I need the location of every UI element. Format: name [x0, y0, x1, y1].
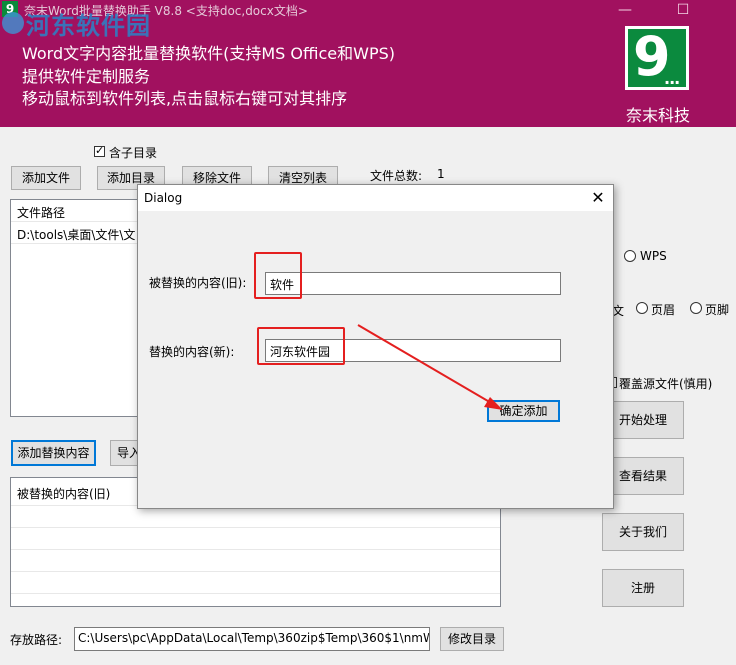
include-subdir-label: 含子目录 [109, 146, 158, 160]
pointer-arrow [357, 324, 503, 410]
file-total-value: 1 [437, 167, 445, 181]
maximize-button[interactable]: ☐ [668, 0, 698, 20]
company-name: 奈末科技 [625, 106, 690, 125]
view-results-button[interactable]: 查看结果 [602, 457, 684, 495]
wps-radio[interactable] [624, 250, 636, 262]
footer-radio[interactable] [690, 302, 702, 314]
add-file-button[interactable]: 添加文件 [11, 166, 81, 190]
header-radio[interactable] [636, 302, 648, 314]
include-subdir-checkbox[interactable] [94, 144, 105, 157]
logo-dots: ... [664, 69, 680, 88]
arrow-head [484, 397, 503, 410]
list-item[interactable] [11, 506, 500, 528]
file-total-label: 文件总数: [370, 169, 423, 183]
register-button[interactable]: 注册 [602, 569, 684, 607]
overwrite-label: 覆盖源文件(慎用) [619, 377, 713, 391]
list-item[interactable] [11, 550, 500, 572]
banner-line-3: 移动鼠标到软件列表,点击鼠标右键可对其排序 [22, 89, 348, 108]
list-item[interactable] [11, 528, 500, 550]
arrow-line [357, 324, 494, 405]
list-item[interactable] [11, 572, 500, 594]
about-us-button[interactable]: 关于我们 [602, 513, 684, 551]
add-replacement-button[interactable]: 添加替换内容 [11, 440, 96, 466]
banner-line-2: 提供软件定制服务 [22, 67, 151, 86]
banner-line-1: Word文字内容批量替换软件(支持MS Office和WPS) [22, 44, 395, 63]
storage-path-input[interactable]: C:\Users\pc\AppData\Local\Temp\360zip$Te… [74, 627, 430, 651]
company-logo: 9 ... [625, 25, 689, 90]
logo-background: 9 ... [628, 25, 686, 88]
wps-label: WPS [640, 249, 667, 263]
watermark: 河东软件园 [26, 11, 151, 40]
add-replacement-dialog[interactable]: Dialog ✕ 被替换的内容(旧): 软件 替换的内容(新): 河东软件园 确… [137, 184, 614, 509]
header-label: 页眉 [651, 303, 676, 317]
footer-label: 页脚 [705, 303, 730, 317]
watermark-logo-icon [2, 12, 24, 34]
storage-path-label: 存放路径: [10, 633, 63, 647]
start-process-button[interactable]: 开始处理 [602, 401, 684, 439]
modify-directory-button[interactable]: 修改目录 [440, 627, 504, 651]
minimize-button[interactable]: — [610, 0, 640, 20]
